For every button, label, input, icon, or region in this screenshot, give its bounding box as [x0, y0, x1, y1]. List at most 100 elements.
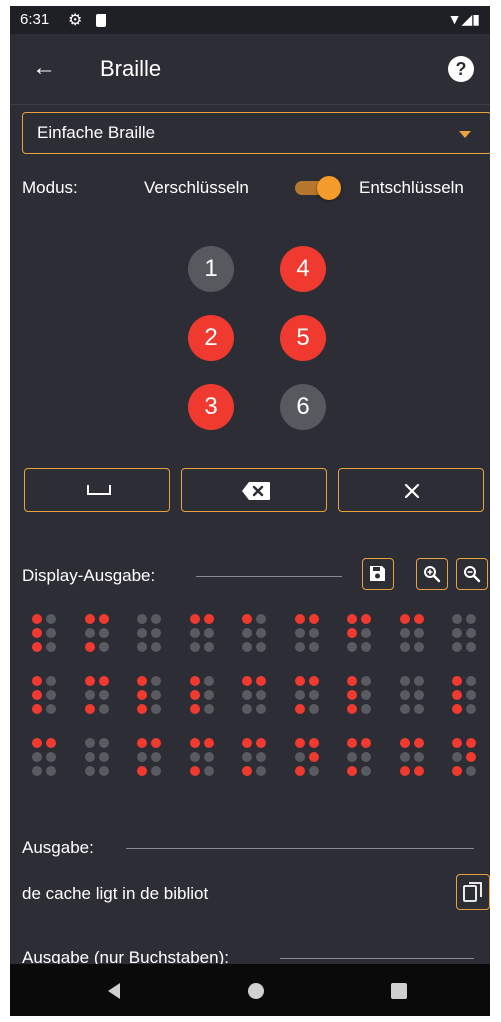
braille-dot [32, 738, 42, 748]
section-divider [126, 848, 474, 849]
braille-cell [399, 738, 424, 776]
back-arrow-icon[interactable]: ← [32, 54, 56, 82]
save-button[interactable] [362, 558, 394, 590]
braille-dot [452, 738, 462, 748]
braille-dot [84, 766, 95, 776]
braille-dot [32, 752, 42, 762]
braille-dot [361, 704, 371, 714]
nav-home-icon[interactable] [248, 983, 264, 999]
braille-dot [466, 738, 476, 748]
close-icon [404, 483, 420, 499]
braille-type-dropdown[interactable]: Einfache Braille [22, 112, 490, 154]
braille-cell [137, 614, 161, 652]
braille-dot [413, 614, 424, 624]
navigation-bar [10, 964, 490, 1016]
braille-dot [32, 628, 42, 638]
zoom-out-button[interactable] [456, 558, 488, 590]
braille-dot [308, 766, 319, 776]
braille-dot [32, 690, 42, 700]
braille-dot [256, 738, 266, 748]
braille-dot [256, 704, 266, 714]
braille-dot [98, 628, 109, 638]
section-divider [196, 576, 342, 577]
zoom-in-button[interactable] [416, 558, 448, 590]
braille-dot-button-6[interactable]: 6 [280, 384, 326, 430]
braille-dot [361, 690, 371, 700]
mode-toggle[interactable] [295, 176, 341, 200]
braille-dot [466, 642, 476, 652]
braille-dot [361, 738, 371, 748]
save-icon [370, 566, 385, 581]
braille-dot-button-4[interactable]: 4 [280, 246, 326, 292]
braille-dot [294, 766, 305, 776]
braille-dot [466, 766, 476, 776]
space-button[interactable] [24, 468, 170, 512]
braille-dot [361, 752, 371, 762]
braille-dot [399, 704, 410, 714]
braille-dot [308, 676, 319, 686]
braille-dot [294, 628, 305, 638]
braille-dot [242, 704, 252, 714]
encrypt-label[interactable]: Verschlüsseln [144, 178, 249, 198]
braille-dot [98, 752, 109, 762]
braille-cell [452, 614, 476, 652]
braille-dot-button-1[interactable]: 1 [188, 246, 234, 292]
braille-dot [413, 628, 424, 638]
braille-dot [294, 738, 305, 748]
braille-dot [151, 704, 161, 714]
braille-dot [452, 628, 462, 638]
braille-dot [413, 738, 424, 748]
nav-recents-icon[interactable] [391, 983, 407, 999]
decrypt-label[interactable]: Entschlüsseln [359, 178, 464, 198]
copy-button[interactable] [456, 874, 490, 910]
braille-dot [466, 690, 476, 700]
braille-cell [347, 738, 371, 776]
braille-dot [203, 704, 214, 714]
braille-dot [189, 642, 200, 652]
braille-dot [294, 676, 305, 686]
braille-dot [203, 676, 214, 686]
braille-dot [413, 766, 424, 776]
braille-dot [242, 642, 252, 652]
braille-dot [137, 676, 147, 686]
braille-dot [98, 704, 109, 714]
braille-dot [413, 676, 424, 686]
braille-dot [466, 704, 476, 714]
braille-dot-button-5[interactable]: 5 [280, 315, 326, 361]
braille-dot-button-2[interactable]: 2 [188, 315, 234, 361]
braille-dot [84, 690, 95, 700]
braille-dot-button-3[interactable]: 3 [188, 384, 234, 430]
zoom-out-icon [464, 566, 481, 583]
braille-cell [32, 614, 56, 652]
braille-cell [84, 676, 109, 714]
backspace-button[interactable] [181, 468, 327, 512]
clear-button[interactable] [338, 468, 484, 512]
braille-dot [84, 642, 95, 652]
dropdown-arrow-icon [459, 131, 471, 138]
braille-dot [189, 628, 200, 638]
braille-dot [399, 614, 410, 624]
braille-dot [98, 676, 109, 686]
braille-dot [203, 690, 214, 700]
braille-dot [452, 704, 462, 714]
braille-dot [242, 752, 252, 762]
braille-dot [151, 676, 161, 686]
braille-dot [203, 614, 214, 624]
braille-cell [452, 676, 476, 714]
help-icon[interactable]: ? [448, 56, 474, 82]
braille-dot [347, 752, 357, 762]
braille-dot [256, 676, 266, 686]
braille-dot [203, 628, 214, 638]
braille-dot [98, 642, 109, 652]
braille-dot [413, 642, 424, 652]
braille-dot [98, 690, 109, 700]
sd-card-icon [96, 14, 106, 27]
braille-dot [84, 704, 95, 714]
nav-back-icon[interactable] [108, 983, 120, 999]
braille-dot [256, 752, 266, 762]
braille-dot [151, 628, 161, 638]
braille-dot [399, 676, 410, 686]
braille-dot [361, 766, 371, 776]
braille-dot [98, 766, 109, 776]
braille-dot [151, 766, 161, 776]
